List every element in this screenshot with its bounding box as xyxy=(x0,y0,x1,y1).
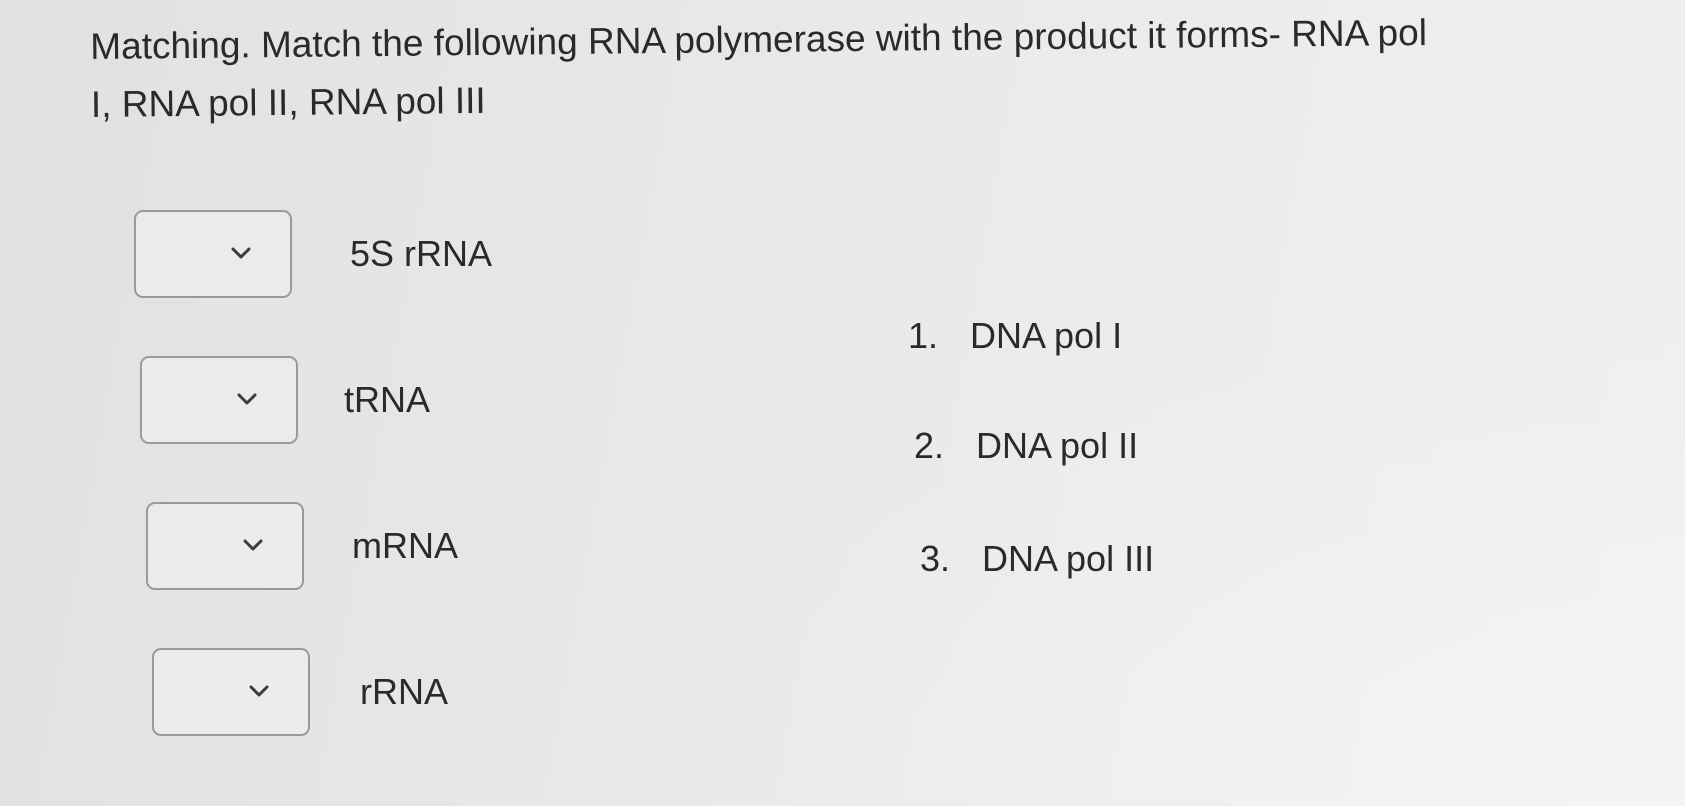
option-text: DNA pol III xyxy=(982,538,1155,579)
chevron-down-icon xyxy=(249,685,269,697)
option-item-3: 3. DNA pol III xyxy=(920,538,1154,580)
option-number: 2. xyxy=(914,425,945,466)
chevron-down-icon xyxy=(231,247,251,259)
option-number: 1. xyxy=(908,315,939,356)
answer-dropdown-mrna[interactable] xyxy=(146,502,304,590)
question-text: Matching. Match the following RNA polyme… xyxy=(90,2,1591,134)
chevron-down-icon xyxy=(237,393,257,405)
match-item-label: tRNA xyxy=(344,379,431,420)
question-line-2: I, RNA pol II, RNA pol III xyxy=(90,79,486,125)
match-row-mrna: mRNA xyxy=(146,502,458,590)
match-item-label: mRNA xyxy=(352,525,458,566)
option-item-2: 2. DNA pol II xyxy=(914,425,1138,467)
option-item-1: 1. DNA pol I xyxy=(908,315,1122,357)
match-row-rrna: rRNA xyxy=(152,648,448,736)
option-text: DNA pol II xyxy=(976,425,1139,466)
match-row-5s-rrna: 5S rRNA xyxy=(134,210,492,298)
match-row-trna: tRNA xyxy=(140,356,430,444)
question-line-1: Matching. Match the following RNA polyme… xyxy=(90,12,1428,67)
answer-dropdown-trna[interactable] xyxy=(140,356,298,444)
answer-dropdown-rrna[interactable] xyxy=(152,648,310,736)
match-item-label: rRNA xyxy=(360,671,448,712)
answer-dropdown-5s-rrna[interactable] xyxy=(134,210,292,298)
match-item-label: 5S rRNA xyxy=(350,233,493,274)
option-number: 3. xyxy=(920,538,951,579)
chevron-down-icon xyxy=(243,539,263,551)
option-text: DNA pol I xyxy=(970,315,1123,356)
